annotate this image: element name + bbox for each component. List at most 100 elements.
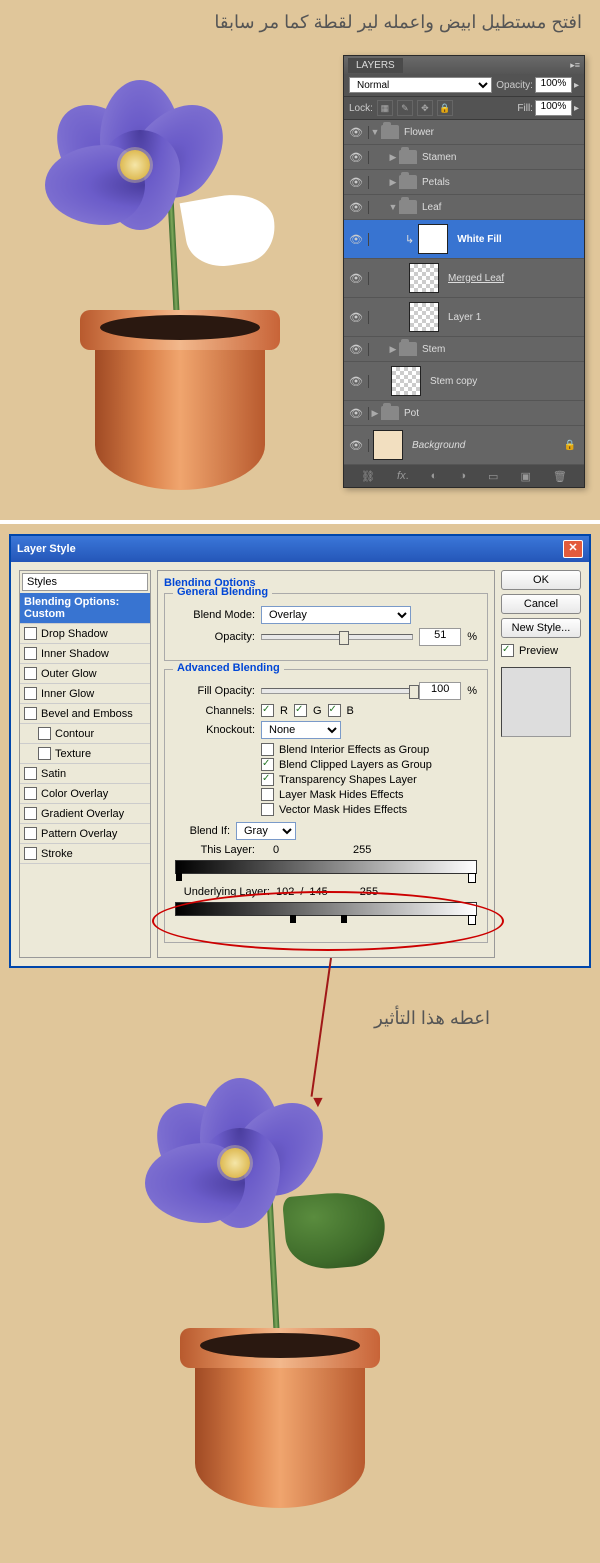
underlying-layer-gradient[interactable] [175,902,477,916]
checkbox[interactable] [24,627,37,640]
style-outer-glow[interactable]: Outer Glow [20,664,150,684]
checkbox[interactable] [38,747,51,760]
folder-icon [399,150,417,164]
styles-header[interactable]: Styles [22,573,148,591]
visibility-icon[interactable]: 👁 [344,375,369,388]
this-layer-max: 255 [353,844,371,856]
visibility-icon[interactable]: 👁 [344,407,369,420]
layer-flower[interactable]: 👁▼Flower [344,120,584,145]
style-drop-shadow[interactable]: Drop Shadow [20,624,150,644]
opacity-label: Opacity: [496,80,533,91]
adjustment-icon[interactable]: ◑ [459,470,466,482]
new-folder-icon[interactable]: ▭ [488,470,498,483]
channel-g-checkbox[interactable] [294,704,307,717]
layer-background[interactable]: 👁Background🔒 [344,426,584,465]
style-inner-shadow[interactable]: Inner Shadow [20,644,150,664]
style-pattern-overlay[interactable]: Pattern Overlay [20,824,150,844]
checkbox[interactable] [24,687,37,700]
style-satin[interactable]: Satin [20,764,150,784]
fill-opacity-value[interactable]: 100 [419,682,461,700]
layers-tab[interactable]: LAYERS [348,58,403,73]
folder-icon [399,342,417,356]
new-layer-icon[interactable]: ▣ [520,470,530,483]
checkbox[interactable] [24,787,37,800]
channel-r-checkbox[interactable] [261,704,274,717]
layer-stem[interactable]: 👁▶Stem [344,337,584,362]
underlying-min: 102 [276,886,294,898]
style-gradient-overlay[interactable]: Gradient Overlay [20,804,150,824]
general-blending-title: General Blending [173,586,272,598]
channels-label: Channels: [175,705,255,717]
visibility-icon[interactable]: 👁 [344,151,369,164]
opacity-field[interactable]: 100% [535,77,572,93]
knockout-select[interactable]: None [261,721,341,739]
close-icon[interactable]: ✕ [563,540,583,558]
layer-pot[interactable]: 👁▶Pot [344,401,584,426]
checkbox[interactable] [261,743,274,756]
layer-white-fill[interactable]: 👁↳White Fill [344,220,584,259]
layer-layer1[interactable]: 👁Layer 1 [344,298,584,337]
visibility-icon[interactable]: 👁 [344,311,369,324]
visibility-icon[interactable]: 👁 [344,201,369,214]
layer-thumbnail [409,263,439,293]
new-style-button[interactable]: New Style... [501,618,581,638]
visibility-icon[interactable]: 👁 [344,233,369,246]
visibility-icon[interactable]: 👁 [344,126,369,139]
layer-leaf[interactable]: 👁▼Leaf [344,195,584,220]
style-contour[interactable]: Contour [20,724,150,744]
fx-icon[interactable]: fx. [397,470,409,482]
visibility-icon[interactable]: 👁 [344,272,369,285]
preview-checkbox[interactable] [501,644,514,657]
style-stroke[interactable]: Stroke [20,844,150,864]
visibility-icon[interactable]: 👁 [344,439,369,452]
fill-label: Fill: [517,103,533,114]
panel-menu-icon[interactable]: ▸≡ [570,60,580,71]
fill-opacity-slider[interactable] [261,688,413,694]
visibility-icon[interactable]: 👁 [344,343,369,356]
opacity-label: Opacity: [175,631,255,643]
dialog-titlebar[interactable]: Layer Style ✕ [11,536,589,562]
channel-b-checkbox[interactable] [328,704,341,717]
blend-if-select[interactable]: Gray [236,822,296,840]
checkbox[interactable] [261,758,274,771]
fill-opacity-label: Fill Opacity: [175,685,255,697]
style-texture[interactable]: Texture [20,744,150,764]
layer-petals[interactable]: 👁▶Petals [344,170,584,195]
layer-merged-leaf[interactable]: 👁Merged Leaf [344,259,584,298]
this-layer-gradient[interactable] [175,860,477,874]
opacity-value[interactable]: 51 [419,628,461,646]
layer-thumbnail [409,302,439,332]
checkbox[interactable] [24,707,37,720]
visibility-icon[interactable]: 👁 [344,176,369,189]
knockout-label: Knockout: [175,724,255,736]
checkbox[interactable] [261,788,274,801]
checkbox[interactable] [24,827,37,840]
styles-column: Styles Blending Options: Custom Drop Sha… [19,570,151,958]
link-icon[interactable]: ⛓ [361,470,375,483]
checkbox[interactable] [24,667,37,680]
trash-icon[interactable]: 🗑 [553,470,567,483]
style-inner-glow[interactable]: Inner Glow [20,684,150,704]
ok-button[interactable]: OK [501,570,581,590]
lock-buttons[interactable]: ▦✎✥🔒 [377,100,453,116]
cancel-button[interactable]: Cancel [501,594,581,614]
checkbox[interactable] [24,767,37,780]
blend-mode-select[interactable]: Overlay [261,606,411,624]
opacity-slider[interactable] [261,634,413,640]
style-blending-options[interactable]: Blending Options: Custom [20,593,150,624]
layer-stamen[interactable]: 👁▶Stamen [344,145,584,170]
fill-field[interactable]: 100% [535,100,572,116]
style-color-overlay[interactable]: Color Overlay [20,784,150,804]
checkbox[interactable] [261,803,274,816]
mask-icon[interactable]: ◐ [431,470,438,482]
blend-mode-select[interactable]: Normal [349,77,492,93]
folder-icon [381,125,399,139]
layer-thumbnail [373,430,403,460]
layer-stem-copy[interactable]: 👁Stem copy [344,362,584,401]
checkbox[interactable] [261,773,274,786]
checkbox[interactable] [24,647,37,660]
checkbox[interactable] [24,847,37,860]
checkbox[interactable] [38,727,51,740]
checkbox[interactable] [24,807,37,820]
style-bevel[interactable]: Bevel and Emboss [20,704,150,724]
